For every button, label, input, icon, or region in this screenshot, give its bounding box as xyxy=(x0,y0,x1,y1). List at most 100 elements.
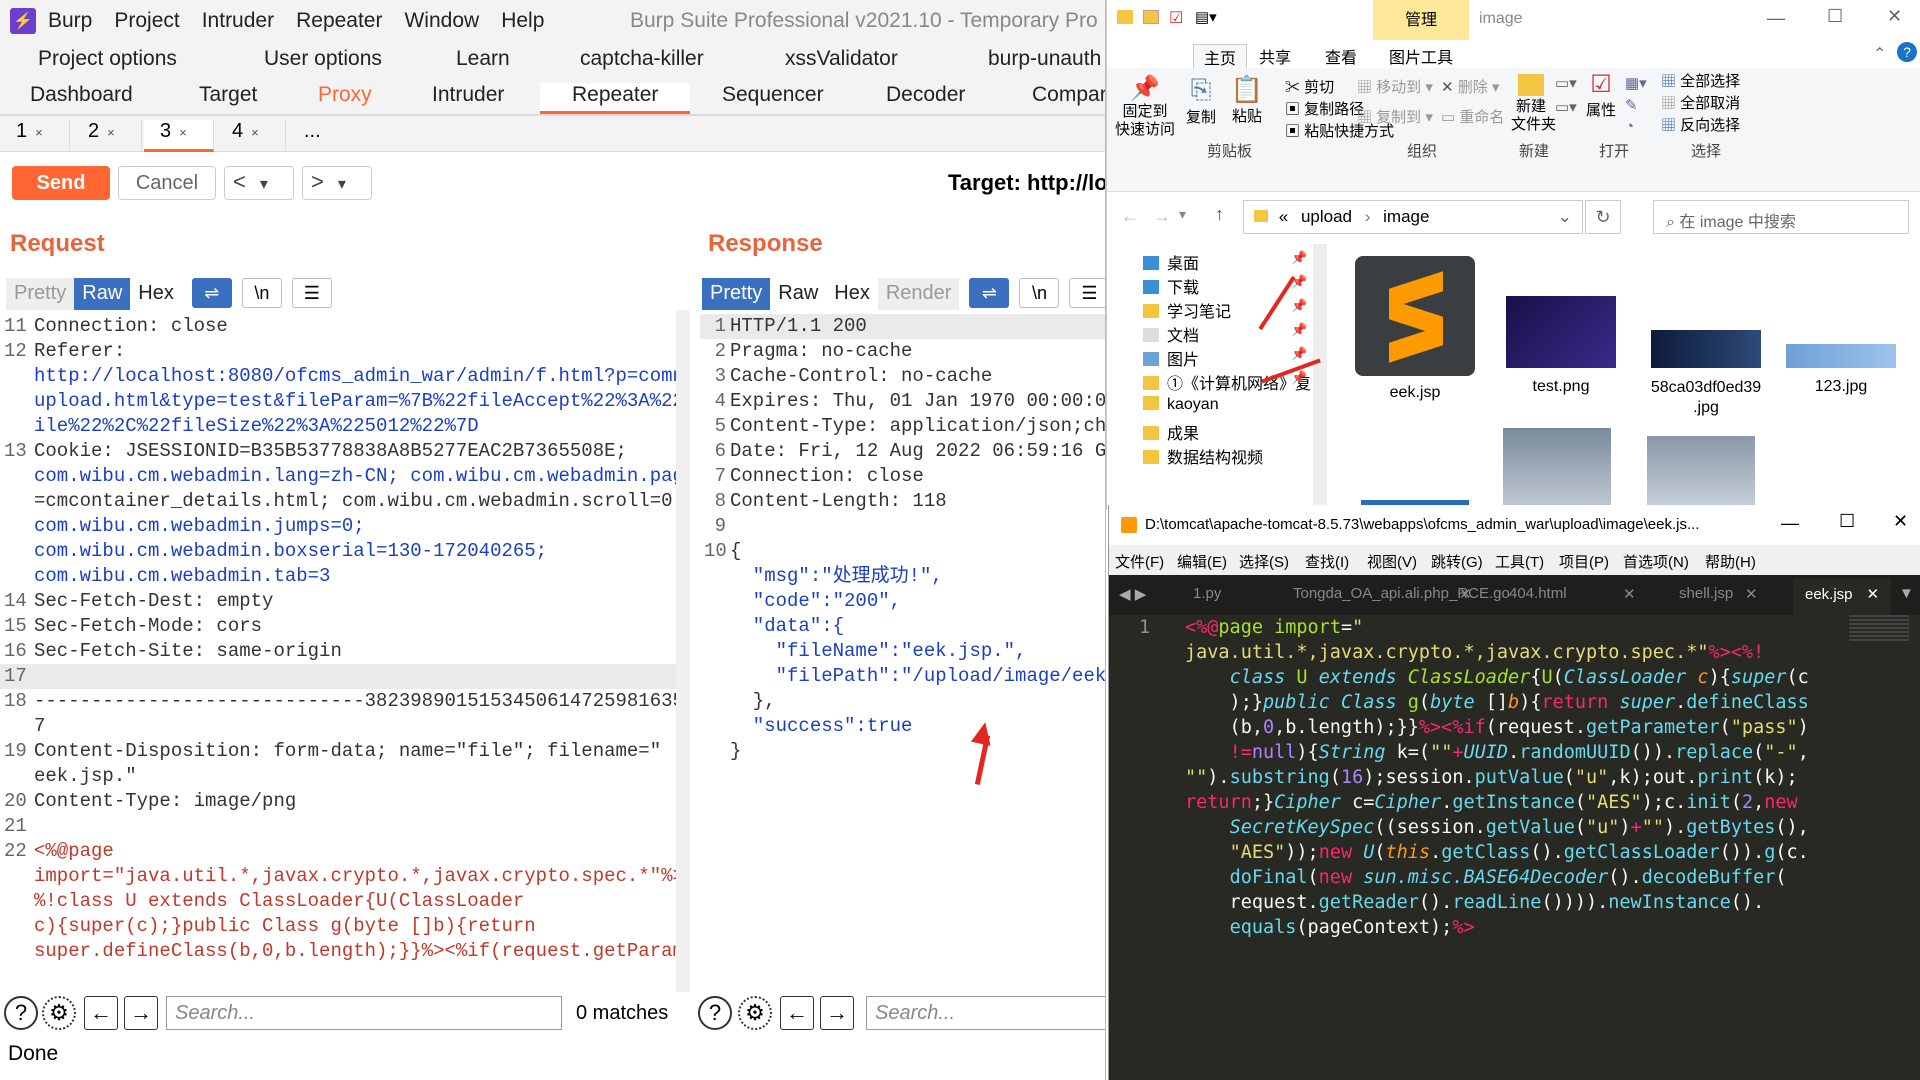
tab-home[interactable]: 主页 xyxy=(1193,44,1248,69)
forward-arrow-icon[interactable]: → xyxy=(1153,206,1171,227)
close-icon[interactable]: × xyxy=(107,125,115,140)
close-icon[interactable]: ✕ xyxy=(1887,6,1902,27)
image-thumbnail[interactable] xyxy=(1503,428,1611,510)
nav-downloads[interactable]: 下载 xyxy=(1143,274,1199,298)
maximize-icon[interactable]: ☐ xyxy=(1827,6,1843,27)
minimize-icon[interactable]: — xyxy=(1767,8,1785,29)
file-123-jpg[interactable]: 123.jpg xyxy=(1781,344,1901,396)
repeater-tab-3[interactable]: 3 × xyxy=(144,120,214,152)
copy-to-button[interactable]: ▦ 复制到 ▾ xyxy=(1357,106,1433,127)
request-editor[interactable]: 11 Connection: close 12 Referer: http://loca… xyxy=(0,310,676,992)
minimize-icon[interactable]: — xyxy=(1781,513,1799,534)
response-search-input[interactable]: Search... xyxy=(866,996,1105,1030)
menu-find[interactable]: 查找(I) xyxy=(1305,551,1349,572)
request-scrollbar[interactable] xyxy=(676,310,690,992)
tab-project-options[interactable]: Project options xyxy=(38,47,177,71)
tab-decoder[interactable]: Decoder xyxy=(886,83,965,107)
menu-help[interactable]: 帮助(H) xyxy=(1705,551,1756,572)
breadcrumb-overflow[interactable]: « xyxy=(1279,207,1288,226)
chevron-down-icon[interactable]: ▾ xyxy=(1179,206,1186,223)
file-58ca03df0ed39-jpg[interactable]: 58ca03df0ed39 .jpg xyxy=(1641,330,1771,418)
newline-toggle[interactable]: \n xyxy=(1019,278,1060,308)
tab-burp-unauth[interactable]: burp-unauth xyxy=(988,47,1101,71)
tab-comparer[interactable]: Compar xyxy=(1032,83,1105,107)
tab-404-html[interactable]: 404.html xyxy=(1509,585,1567,602)
minimap[interactable] xyxy=(1849,615,1909,641)
close-icon[interactable]: ✕ xyxy=(1893,511,1908,532)
tab-picture-tools[interactable]: 图片工具 xyxy=(1389,44,1453,68)
edit-icon[interactable]: ✎ xyxy=(1625,96,1638,114)
paste-button[interactable]: 📋 粘贴 xyxy=(1225,74,1269,126)
tab-shell-jsp[interactable]: shell.jsp xyxy=(1679,585,1733,602)
menu-burp[interactable]: Burp xyxy=(48,9,92,33)
close-icon[interactable]: × xyxy=(35,125,43,140)
copy-path-button[interactable]: ▣ 复制路径 xyxy=(1285,98,1364,119)
arrow-left-icon[interactable]: ← xyxy=(780,996,814,1030)
chevron-down-icon[interactable]: ▼ xyxy=(1899,585,1914,602)
help-icon[interactable]: ? xyxy=(4,996,38,1030)
image-thumbnail[interactable] xyxy=(1647,436,1755,510)
new-item-button[interactable]: ▭▾ xyxy=(1555,74,1577,92)
checkbox-icon[interactable]: ☑ xyxy=(1169,8,1183,28)
easy-access-button[interactable]: ▭▾ xyxy=(1555,98,1577,116)
up-arrow-icon[interactable]: ↑ xyxy=(1215,204,1224,225)
chevron-down-icon[interactable]: ▾ xyxy=(338,176,346,193)
close-icon[interactable]: ✕ xyxy=(1623,585,1636,603)
pin-quick-access-button[interactable]: 📌 固定到 快速访问 xyxy=(1113,74,1177,139)
copy-button[interactable]: ⎘ 复制 xyxy=(1179,74,1223,127)
nav-notes[interactable]: 学习笔记 xyxy=(1143,298,1231,322)
response-tab-render[interactable]: Render xyxy=(877,278,960,310)
menu-goto[interactable]: 跳转(G) xyxy=(1431,551,1483,572)
repeater-tab-2[interactable]: 2 × xyxy=(72,120,142,152)
chevron-down-icon[interactable]: ⌄ xyxy=(1558,207,1572,227)
menu-view[interactable]: 视图(V) xyxy=(1367,551,1417,572)
menu-icon[interactable]: ☰ xyxy=(1069,278,1105,308)
history-icon[interactable]: ◔ xyxy=(1625,118,1634,135)
tab-captcha-killer[interactable]: captcha-killer xyxy=(580,47,704,71)
response-tab-pretty[interactable]: Pretty xyxy=(702,278,771,310)
request-tab-pretty[interactable]: Pretty xyxy=(6,278,75,310)
back-arrow-icon[interactable]: ← xyxy=(1121,206,1139,227)
tab-scroll-arrows[interactable]: ◀ ▶ xyxy=(1119,585,1146,603)
properties-button[interactable]: ☑ 属性 xyxy=(1581,70,1621,120)
menu-repeater[interactable]: Repeater xyxy=(296,9,382,33)
explorer-search-input[interactable]: ⌕ 在 image 中搜索 xyxy=(1653,200,1909,234)
cut-button[interactable]: ✂ 剪切 xyxy=(1285,76,1334,97)
manage-tab[interactable]: 管理 xyxy=(1373,0,1469,40)
rename-button[interactable]: ▭ 重命名 xyxy=(1441,106,1504,127)
nav-kaoyan[interactable]: kaoyan xyxy=(1143,396,1219,414)
response-tab-raw[interactable]: Raw xyxy=(770,278,826,310)
tab-learn[interactable]: Learn xyxy=(456,47,510,71)
close-icon[interactable]: × xyxy=(179,125,187,140)
response-tab-hex[interactable]: Hex xyxy=(826,278,878,310)
menu-project[interactable]: 项目(P) xyxy=(1559,551,1609,572)
tab-dashboard[interactable]: Dashboard xyxy=(30,83,133,107)
menu-intruder[interactable]: Intruder xyxy=(202,9,274,33)
delete-button[interactable]: ✕ 删除 ▾ xyxy=(1441,76,1499,97)
pin-icon[interactable]: 📌 xyxy=(1291,322,1307,338)
wrap-icon[interactable]: ⇌ xyxy=(191,278,232,308)
gear-icon[interactable]: ⚙ xyxy=(42,996,76,1030)
menu-project[interactable]: Project xyxy=(114,9,179,33)
cancel-button[interactable]: Cancel xyxy=(118,166,216,200)
menu-tools[interactable]: 工具(T) xyxy=(1495,551,1544,572)
refresh-icon[interactable]: ↻ xyxy=(1585,200,1621,234)
repeater-tab-4[interactable]: 4 × xyxy=(216,120,286,152)
tab-proxy[interactable]: Proxy xyxy=(318,83,372,107)
tab-eek-jsp[interactable]: eek.jsp ✕ xyxy=(1793,579,1892,615)
move-to-button[interactable]: ▦ 移动到 ▾ xyxy=(1357,76,1433,97)
nav-pictures[interactable]: 图片 xyxy=(1143,346,1199,370)
pin-icon[interactable]: 📌 xyxy=(1291,370,1307,386)
maximize-icon[interactable]: ☐ xyxy=(1839,511,1855,532)
breadcrumb-upload[interactable]: upload xyxy=(1301,207,1352,226)
tab-tongda-rce[interactable]: Tongda_OA_api.ali.php_RCE.go xyxy=(1293,585,1510,602)
help-icon[interactable]: ? xyxy=(698,996,732,1030)
arrow-left-icon[interactable]: ← xyxy=(84,996,118,1030)
close-icon[interactable]: × xyxy=(251,125,259,140)
target-label[interactable]: Target: http://lo xyxy=(948,170,1105,196)
open-icon[interactable]: ▦▾ xyxy=(1625,74,1647,92)
file-eek-jsp[interactable]: eek.jsp xyxy=(1355,256,1475,402)
arrow-right-icon[interactable]: → xyxy=(124,996,158,1030)
menu-preferences[interactable]: 首选项(N) xyxy=(1623,551,1689,572)
tab-view[interactable]: 查看 xyxy=(1325,44,1357,68)
